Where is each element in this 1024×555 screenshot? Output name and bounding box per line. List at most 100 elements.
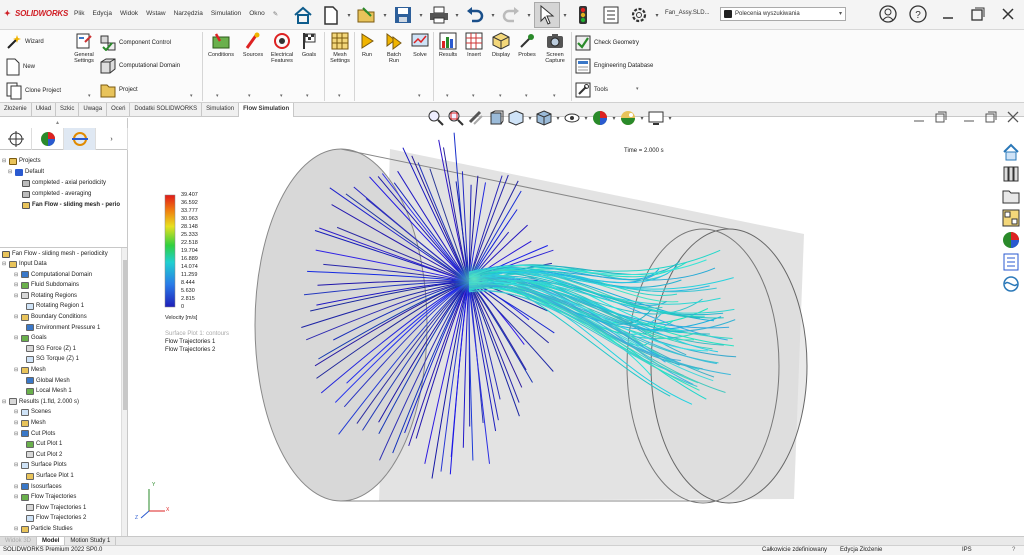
tree-item[interactable]: ⊟ Boundary Conditions [14, 312, 87, 322]
menu-file[interactable]: Plik [74, 10, 84, 18]
flow-simulation-pane-icon[interactable] [1001, 274, 1021, 294]
tab-assembly[interactable]: Złożenie [0, 103, 32, 117]
solidworks-logo[interactable]: ✦ SOLIDWORKS [4, 9, 68, 18]
insert-button[interactable]: Insert [462, 32, 486, 58]
wizard-button[interactable]: Wizard [6, 34, 44, 50]
solve-button[interactable]: Solve [408, 32, 432, 58]
hide-show-items-icon[interactable] [563, 109, 581, 127]
tree-item-project[interactable]: completed - averaging [22, 189, 91, 199]
select-cursor-icon[interactable] [534, 2, 560, 28]
tab-flow-simulation[interactable]: Flow Simulation [239, 103, 295, 117]
tree-item[interactable]: ⊟ Cut Plots [14, 429, 55, 439]
collapse-icon[interactable]: ⊟ [2, 158, 7, 164]
tab-evaluate[interactable]: Oceń [107, 103, 131, 117]
tree-item[interactable]: Cut Plot 1 [26, 439, 62, 449]
plot-list-item[interactable]: Flow Trajectories 2 [165, 347, 215, 353]
tree-item[interactable]: Local Mesh 1 [26, 386, 72, 396]
chevron-down-icon[interactable]: ▾ [248, 93, 251, 99]
restore-icon[interactable] [985, 111, 997, 125]
goals-button[interactable]: Goals [298, 32, 320, 58]
tree-item[interactable]: ⊟ Isosurfaces [14, 482, 62, 492]
tree-item[interactable]: ⊟ Flow Trajectories [14, 492, 76, 502]
collapse-icon[interactable]: ⊟ [14, 494, 19, 500]
graphics-area[interactable]: Time = 2.000 s 39.407 36.592 33.777 30.963 2… [129, 110, 1019, 536]
home-icon[interactable] [290, 2, 316, 28]
chevron-down-icon[interactable]: ▾ [562, 12, 568, 19]
tab-layout[interactable]: Układ [32, 103, 57, 117]
display-style-icon[interactable] [535, 109, 553, 127]
tree-item[interactable]: Global Mesh [26, 376, 70, 386]
tree-item[interactable]: ⊟ Particle Studies [14, 524, 73, 534]
clone-project-button[interactable]: Clone Project [6, 82, 61, 100]
tree-item[interactable]: Flow Trajectories 1 [26, 503, 86, 513]
tree-item[interactable]: ⊟ Results (1.fld, 2.000 s) [2, 397, 79, 407]
save-icon[interactable] [390, 2, 416, 28]
section-view-icon[interactable] [487, 109, 505, 127]
zoom-to-fit-icon[interactable] [427, 109, 445, 127]
expand-handle-icon[interactable]: ▴ [56, 119, 59, 126]
tree-item-project[interactable]: completed - axial periodicity [22, 178, 106, 188]
chevron-down-icon[interactable]: ▾ [490, 12, 496, 19]
general-settings-button[interactable]: General Settings [69, 32, 99, 64]
design-library-icon[interactable] [1001, 164, 1021, 184]
solidworks-resources-icon[interactable] [1001, 142, 1021, 162]
sources-button[interactable]: Sources [239, 32, 267, 58]
chevron-down-icon[interactable]: ▾ [553, 93, 556, 99]
chevron-down-icon[interactable]: ▾ [472, 93, 475, 99]
new-project-button[interactable]: New [6, 58, 35, 76]
legend-color-bar[interactable] [164, 194, 176, 308]
tools-button[interactable]: Tools [575, 82, 608, 98]
batch-run-button[interactable]: Batch Run [381, 32, 407, 64]
pin-icon[interactable]: ✎ [273, 10, 278, 18]
tab-3d-view[interactable]: Widok 3D [0, 537, 38, 545]
tab-simulation[interactable]: Simulation [202, 103, 240, 117]
previous-view-icon[interactable] [467, 109, 485, 127]
command-search-input[interactable]: Polecenia wyszukiwania ▾ [720, 7, 846, 21]
tree-item[interactable]: ⊟ Mesh [14, 365, 46, 375]
tree-item[interactable]: Surface Plot 1 [26, 471, 74, 481]
restore-icon[interactable] [935, 111, 947, 125]
chevron-down-icon[interactable]: ▾ [527, 115, 533, 122]
plot-list-surface[interactable]: Surface Plot 1: contours [165, 331, 229, 337]
chevron-down-icon[interactable]: ▾ [636, 86, 639, 92]
file-properties-icon[interactable] [598, 2, 624, 28]
collapse-icon[interactable]: ⊟ [14, 367, 19, 373]
probes-button[interactable]: Probes [515, 32, 539, 58]
close-icon[interactable] [998, 4, 1018, 24]
tree-item-default[interactable]: ⊟ Default [8, 167, 44, 177]
collapse-icon[interactable]: ⊟ [14, 409, 19, 415]
chevron-down-icon[interactable]: ▾ [418, 12, 424, 19]
collapse-icon[interactable]: ⊟ [14, 314, 19, 320]
menu-window[interactable]: Okno [249, 10, 265, 18]
collapse-icon[interactable]: ⊟ [14, 335, 19, 341]
run-button[interactable]: Run [356, 32, 378, 58]
help-icon[interactable]: ? [1012, 547, 1015, 553]
collapse-icon[interactable]: ⊟ [2, 399, 7, 405]
tree-scrollbar[interactable] [121, 248, 127, 536]
tree-item[interactable]: ⊟ Goals [14, 333, 47, 343]
tree-item[interactable]: Flow Trajectories 2 [26, 513, 86, 523]
tree-item[interactable]: ⊟ Surface Plots [14, 460, 67, 470]
chevron-down-icon[interactable]: ▾ [190, 93, 193, 99]
tree-item[interactable]: Environment Pressure 1 [26, 323, 100, 333]
apply-scene-icon[interactable] [619, 109, 637, 127]
check-geometry-button[interactable]: Check Geometry [575, 35, 639, 51]
chevron-down-icon[interactable]: ▾ [555, 115, 561, 122]
appearances-icon[interactable] [1001, 230, 1021, 250]
minimize-icon[interactable] [938, 4, 958, 24]
collapse-icon[interactable]: ⊟ [14, 282, 19, 288]
user-icon[interactable] [878, 4, 898, 24]
tree-item-projects[interactable]: ⊟ Projects [2, 156, 41, 166]
tree-item[interactable]: SG Torque (Z) 1 [26, 354, 79, 364]
view-palette-icon[interactable] [1001, 208, 1021, 228]
chevron-down-icon[interactable]: ▾ [526, 12, 532, 19]
file-explorer-icon[interactable] [1001, 186, 1021, 206]
chevron-down-icon[interactable]: ▾ [382, 12, 388, 19]
plot-list-item[interactable]: Flow Trajectories 1 [165, 339, 215, 345]
flow-trajectories-scene[interactable] [129, 117, 1001, 536]
open-icon[interactable] [354, 2, 380, 28]
chevron-down-icon[interactable]: ▾ [88, 93, 91, 99]
collapse-icon[interactable]: ⊟ [14, 462, 19, 468]
collapse-icon[interactable]: ⊟ [14, 526, 19, 532]
tree-item-analysis-root[interactable]: Fan Flow - sliding mesh - periodicity [2, 249, 108, 259]
